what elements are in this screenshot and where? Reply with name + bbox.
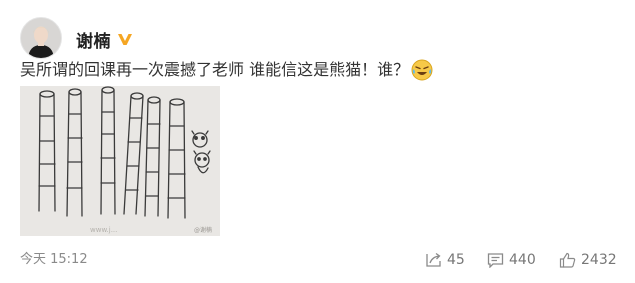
post-footer: 今天 15:12 45 440 2432 <box>0 248 635 272</box>
username[interactable]: 谢楠 <box>76 27 111 52</box>
post-timestamp[interactable]: 今天 15:12 <box>20 250 88 270</box>
username-wrap: 谢楠 <box>76 27 133 52</box>
laughing-tears-emoji-icon <box>411 59 433 81</box>
avatar[interactable] <box>20 17 62 59</box>
repost-button[interactable]: 45 <box>425 250 465 270</box>
comment-button[interactable]: 440 <box>487 250 536 270</box>
post-image-child-drawing[interactable]: www.j... @谢楠 <box>20 86 220 236</box>
repost-count: 45 <box>447 252 465 268</box>
svg-text:www.j...: www.j... <box>90 226 117 234</box>
repost-icon <box>425 252 442 268</box>
post-header: 谢楠 <box>20 17 133 59</box>
verified-badge-icon <box>117 32 133 46</box>
svg-text:@谢楠: @谢楠 <box>194 226 212 234</box>
post-text: 吴所谓的回课再一次震撼了老师 谁能信这是熊猫！谁？ <box>20 60 410 79</box>
post-text-wrap: 吴所谓的回课再一次震撼了老师 谁能信这是熊猫！谁？ <box>20 58 433 82</box>
thumbs-up-icon <box>559 252 576 268</box>
comment-count: 440 <box>509 252 536 268</box>
comment-icon <box>487 252 504 268</box>
like-button[interactable]: 2432 <box>559 250 617 270</box>
weibo-post: 谢楠 吴所谓的回课再一次震撼了老师 谁能信这是熊猫！谁？ www.j... @谢… <box>0 0 635 283</box>
like-count: 2432 <box>581 252 617 268</box>
